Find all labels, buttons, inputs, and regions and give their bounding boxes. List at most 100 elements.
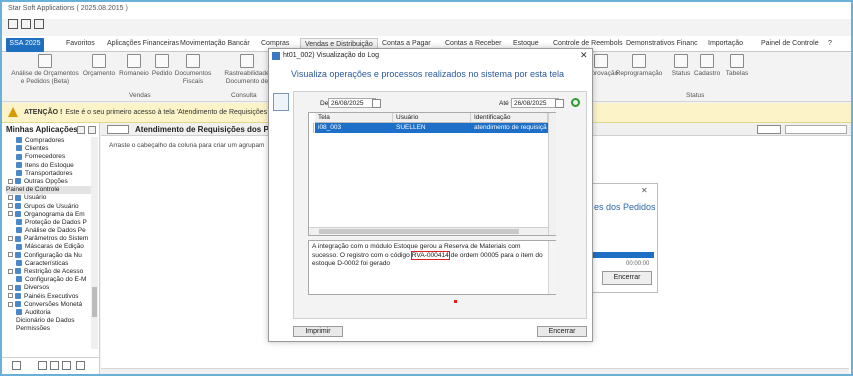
ribbon-cadastro[interactable]: Cadastro [692, 54, 722, 78]
ribbon-status[interactable]: Status [670, 54, 692, 78]
sidebar-item-grupos-usuario[interactable]: Grupos de Usuário [6, 203, 92, 211]
sidebar-item-mascaras[interactable]: Máscaras de Edição [6, 243, 92, 251]
sidebar-item-painel-controle[interactable]: Painel de Controle [6, 186, 92, 195]
sidebar-collapse-icon[interactable] [77, 126, 85, 134]
check-icon [594, 54, 608, 68]
sidebar-item-diversos[interactable]: Diversos [6, 284, 92, 292]
expand-icon[interactable] [8, 293, 13, 299]
cart-icon [155, 54, 169, 68]
grid-vertical-scrollbar[interactable] [548, 113, 556, 235]
grid-icon[interactable] [21, 19, 31, 29]
sidebar-item-outras-opcoes[interactable]: Outras Opções [6, 178, 92, 186]
message-scrollbar[interactable] [548, 241, 556, 294]
grid-icon[interactable] [38, 361, 47, 370]
main-horizontal-scrollbar[interactable] [101, 368, 849, 374]
sidebar-item-caracteristicas[interactable]: Características [6, 260, 92, 268]
view-menu-icon[interactable] [107, 125, 129, 134]
sidebar-item-conversoes[interactable]: Conversões Monetá [6, 301, 92, 309]
refresh-icon[interactable] [571, 98, 580, 107]
sidebar-item-paineis-executivos[interactable]: Painéis Executivos [6, 293, 92, 301]
sidebar-pin-icon[interactable] [88, 126, 96, 134]
sidebar-item-config-numeracao[interactable]: Configuração da Nu [6, 252, 92, 260]
expand-icon[interactable] [8, 236, 13, 242]
sidebar-scrollbar[interactable] [91, 137, 98, 349]
calendar-icon [632, 54, 646, 68]
sidebar-item-usuario[interactable]: Usuário [6, 194, 92, 202]
sidebar-item-fornecedores[interactable]: Fornecedores [6, 153, 92, 161]
expand-icon[interactable] [8, 252, 13, 258]
dialog-content: De 26/08/2025 Até 26/08/2025 Tela Usuári… [293, 91, 587, 319]
ribbon-reprogramacao[interactable]: Reprogramação [614, 54, 664, 78]
ribbon-tabelas[interactable]: Tabelas [724, 54, 750, 78]
binoculars-icon[interactable] [757, 125, 781, 134]
date-from-input[interactable]: 26/08/2025 [328, 98, 376, 108]
tab-painel-controle[interactable]: Painel de Controle [761, 38, 819, 52]
sidebar-item-analise-dados[interactable]: Análise de Dados Pe [6, 227, 92, 235]
sidebar-item-itens-estoque[interactable]: Itens do Estoque [6, 162, 92, 170]
progress-cancel-button[interactable]: Encerrar [602, 271, 652, 285]
ribbon-pedido[interactable]: Pedido [150, 54, 174, 78]
tab-demonstrativos[interactable]: Demonstrativos Financ [626, 38, 698, 52]
date-to-label: Até [499, 100, 509, 107]
sidebar-item-permissoes[interactable]: Permissões [6, 325, 92, 333]
table-cell-tela[interactable]: i08_003 [315, 123, 393, 133]
sidebar: Minhas Aplicações Compradores Clientes F… [2, 123, 100, 374]
expand-icon[interactable] [8, 268, 13, 274]
chart-icon [38, 54, 52, 68]
sidebar-item-parametros[interactable]: Parâmetros do Sistem [6, 235, 92, 243]
ribbon-documentos-fiscais[interactable]: Documentos Fiscais [173, 54, 213, 86]
expand-icon[interactable] [8, 195, 13, 201]
close-button[interactable]: Encerrar [537, 326, 587, 337]
home-icon[interactable] [12, 361, 21, 370]
column-header-identificacao[interactable]: Identificação [471, 113, 548, 123]
close-icon[interactable]: ✕ [641, 186, 648, 195]
expand-icon[interactable] [8, 301, 13, 307]
column-header-usuario[interactable]: Usuário [393, 113, 471, 123]
audit-icon [16, 309, 22, 316]
sidebar-item-clientes[interactable]: Clientes [6, 145, 92, 153]
sidebar-item-compradores[interactable]: Compradores [6, 137, 92, 145]
sidebar-item-auditoria[interactable]: Auditoria [6, 309, 92, 317]
expand-icon[interactable] [8, 203, 13, 209]
print-button[interactable]: Imprimir [293, 326, 343, 337]
tab-movimentacao-bancaria[interactable]: Movimentação Bancár [180, 38, 250, 52]
ribbon-romaneio[interactable]: Romaneio [117, 54, 151, 78]
sidebar-item-transportadores[interactable]: Transportadores [6, 170, 92, 178]
calendar-icon[interactable] [34, 19, 44, 29]
ribbon-analise-orcamentos[interactable]: Análise de Orçamentos e Pedidos (Beta) [10, 54, 80, 86]
scrollbar-thumb[interactable] [319, 229, 519, 234]
calendar-icon[interactable] [372, 99, 381, 108]
table-cell-usuario[interactable]: SUELLEN [393, 123, 471, 133]
sidebar-item-restricao-acesso[interactable]: Restrição de Acesso [6, 268, 92, 276]
calendar-icon[interactable] [555, 99, 564, 108]
user-icon [16, 145, 22, 152]
monitor-icon[interactable] [62, 361, 71, 370]
print-icon[interactable] [8, 19, 18, 29]
tab-ssa[interactable]: SSA 2025 [6, 38, 44, 52]
mask-icon [16, 243, 22, 250]
grid-horizontal-scrollbar[interactable] [309, 227, 548, 235]
tab-favoritos[interactable]: Favoritos [66, 38, 95, 52]
column-header-tela[interactable]: Tela [315, 113, 393, 123]
list-icon[interactable] [50, 361, 59, 370]
date-to-input[interactable]: 26/08/2025 [511, 98, 559, 108]
search-input[interactable] [785, 125, 847, 134]
expand-icon[interactable] [8, 211, 13, 217]
help-icon[interactable]: ? [828, 38, 832, 52]
scrollbar-thumb[interactable] [92, 287, 97, 317]
ribbon-orcamento[interactable]: Orçamento [81, 54, 117, 78]
expand-icon[interactable] [8, 285, 13, 291]
close-icon[interactable]: ✕ [580, 50, 588, 61]
sidebar-item-organograma[interactable]: Organograma da Em [6, 211, 92, 219]
tab-importacao[interactable]: Importação [708, 38, 743, 52]
tab-aplicacoes-financeiras[interactable]: Aplicações Financeiras [107, 38, 179, 52]
ribbon-rastreabilidade[interactable]: Rastreabilidade Documento de [224, 54, 270, 86]
expand-icon[interactable] [8, 178, 13, 184]
sidebar-item-protecao-dados[interactable]: Proteção de Dados P [6, 219, 92, 227]
sidebar-item-config-email[interactable]: Configuração do E-M [6, 276, 92, 284]
org-chart-icon [15, 210, 21, 217]
sidebar-item-dicionario[interactable]: Dicionário de Dados [6, 317, 92, 325]
table-cell-identificacao[interactable]: atendimento de requisiçã [471, 123, 548, 133]
log-message: A integração com o módulo Estoque gerou … [308, 240, 556, 295]
settings-icon[interactable] [76, 361, 85, 370]
